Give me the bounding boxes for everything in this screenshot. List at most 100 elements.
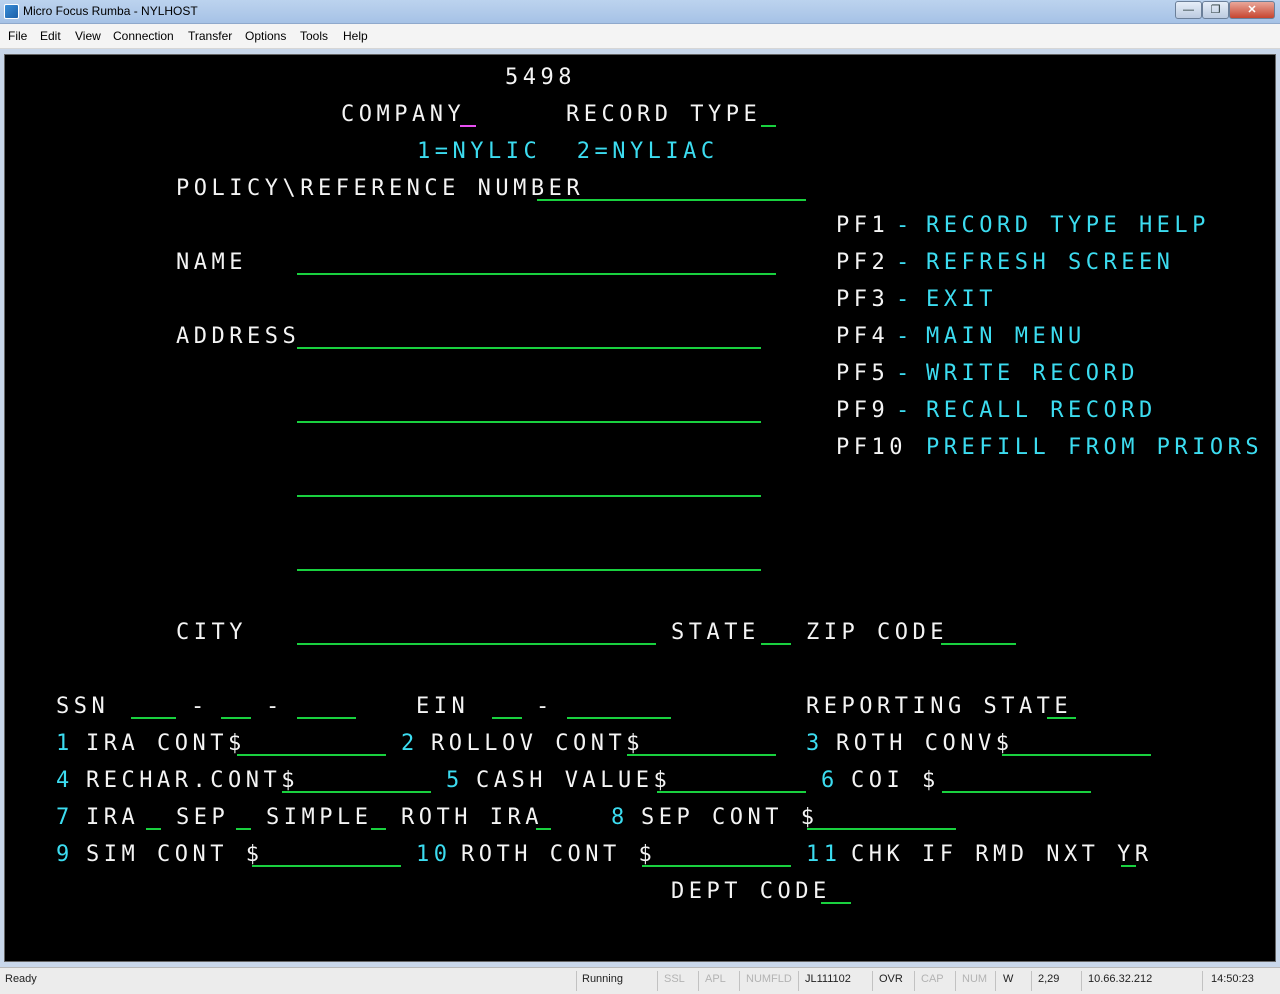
cash-value-label: CASH VALUE$ — [476, 768, 672, 793]
menu-edit[interactable]: Edit — [40, 29, 61, 43]
pf-key: PF4 — [836, 324, 890, 349]
menu-tools[interactable]: Tools — [300, 29, 328, 43]
ssn-dash: - — [266, 694, 284, 719]
address-line-3-field[interactable] — [297, 495, 761, 497]
ein-part-1-field[interactable] — [492, 717, 522, 719]
pf-separator: - — [896, 250, 914, 275]
policy-label: POLICY\REFERENCE NUMBER — [176, 176, 585, 201]
reporting-state-label: REPORTING STATE — [806, 694, 1073, 719]
rechar-cont-label: RECHAR.CONT$ — [86, 768, 299, 793]
box-number: 5 — [446, 768, 464, 793]
rechar-cont-field[interactable] — [282, 791, 431, 793]
ira-checkbox-field[interactable] — [146, 828, 161, 830]
status-cap: CAP — [921, 973, 944, 985]
menu-view[interactable]: View — [75, 29, 101, 43]
status-session: JL111102 — [805, 973, 851, 985]
roth-ira-checkbox-field[interactable] — [536, 828, 551, 830]
coi-field[interactable] — [942, 791, 1091, 793]
city-label: CITY — [176, 620, 247, 645]
dept-code-field[interactable] — [821, 902, 851, 904]
reporting-state-field[interactable] — [1047, 717, 1076, 719]
ssn-part-3-field[interactable] — [297, 717, 356, 719]
status-bar: Ready Running SSL APL NUMFLD JL111102 OV… — [0, 967, 1280, 994]
terminal-screen[interactable]: 5498 COMPANY RECORD TYPE 1=NYLIC 2=NYLIA… — [4, 54, 1276, 962]
ira-type-label: IRA — [86, 805, 140, 830]
state-label: STATE — [671, 620, 760, 645]
status-ovr: OVR — [879, 973, 903, 985]
menu-options[interactable]: Options — [245, 29, 286, 43]
sep-cont-field[interactable] — [807, 828, 956, 830]
box-number: 7 — [56, 805, 74, 830]
ein-dash: - — [536, 694, 554, 719]
policy-number-field[interactable] — [537, 199, 806, 201]
status-num: NUM — [962, 973, 988, 985]
pf-description: WRITE RECORD — [926, 361, 1139, 386]
pf-key: PF5 — [836, 361, 890, 386]
rmd-next-year-label: CHK IF RMD NXT YR — [851, 842, 1153, 867]
sim-cont-field[interactable] — [252, 865, 401, 867]
status-running: Running — [582, 973, 623, 985]
menu-bar: File Edit View Connection Transfer Optio… — [0, 24, 1280, 49]
rollover-cont-field[interactable] — [627, 754, 776, 756]
menu-transfer[interactable]: Transfer — [188, 29, 232, 43]
menu-help[interactable]: Help — [343, 29, 368, 43]
box-number: 6 — [821, 768, 839, 793]
pf-description: MAIN MENU — [926, 324, 1086, 349]
name-field[interactable] — [297, 273, 776, 275]
address-line-4-field[interactable] — [297, 569, 761, 571]
address-line-2-field[interactable] — [297, 421, 761, 423]
ssn-part-2-field[interactable] — [221, 717, 251, 719]
minimize-button[interactable]: — — [1175, 1, 1202, 19]
box-number: 10 — [416, 842, 452, 867]
roth-ira-type-label: ROTH IRA — [401, 805, 543, 830]
record-type-field[interactable] — [761, 125, 776, 127]
menu-connection[interactable]: Connection — [113, 29, 174, 43]
rollover-cont-label: ROLLOV CONT$ — [431, 731, 644, 756]
restore-button[interactable]: ❐ — [1202, 1, 1229, 19]
cash-value-field[interactable] — [657, 791, 806, 793]
coi-label: COI $ — [851, 768, 940, 793]
roth-cont-field[interactable] — [642, 865, 791, 867]
close-button[interactable]: ✕ — [1229, 1, 1275, 19]
dept-code-label: DEPT CODE — [671, 879, 831, 904]
status-cursor-position: 2,29 — [1038, 973, 1060, 985]
zip-code-field[interactable] — [941, 643, 1016, 645]
pf-description: PREFILL FROM PRIORS — [926, 435, 1264, 460]
status-apl: APL — [705, 973, 726, 985]
roth-cont-label: ROTH CONT $ — [461, 842, 657, 867]
roth-conv-field[interactable] — [1002, 754, 1151, 756]
pf-description: RECALL RECORD — [926, 398, 1157, 423]
ira-cont-field[interactable] — [237, 754, 386, 756]
address-line-1-field[interactable] — [297, 347, 761, 349]
simple-checkbox-field[interactable] — [371, 828, 386, 830]
pf-description: EXIT — [926, 287, 997, 312]
pf-separator: - — [896, 398, 914, 423]
box-number: 11 — [806, 842, 842, 867]
address-label: ADDRESS — [176, 324, 301, 349]
rumba-app-icon — [4, 4, 19, 19]
box-number: 1 — [56, 731, 74, 756]
box-number: 2 — [401, 731, 419, 756]
city-field[interactable] — [297, 643, 656, 645]
zip-label: ZIP CODE — [806, 620, 948, 645]
title-bar: Micro Focus Rumba - NYLHOST — ❐ ✕ — [0, 0, 1280, 24]
menu-file[interactable]: File — [8, 29, 27, 43]
status-ssl: SSL — [664, 973, 685, 985]
ein-part-2-field[interactable] — [567, 717, 671, 719]
sep-type-label: SEP — [176, 805, 230, 830]
pf-description: RECORD TYPE HELP — [926, 213, 1210, 238]
status-ip-address: 10.66.32.212 — [1088, 973, 1153, 985]
box-number: 8 — [611, 805, 629, 830]
box-number: 4 — [56, 768, 74, 793]
status-w: W — [1003, 973, 1014, 985]
name-label: NAME — [176, 250, 247, 275]
simple-type-label: SIMPLE — [266, 805, 373, 830]
state-field[interactable] — [761, 643, 791, 645]
company-field[interactable] — [460, 125, 476, 127]
rmd-next-year-field[interactable] — [1121, 865, 1136, 867]
roth-conv-label: ROTH CONV$ — [836, 731, 1014, 756]
window-title: Micro Focus Rumba - NYLHOST — [23, 4, 198, 18]
sep-checkbox-field[interactable] — [236, 828, 251, 830]
status-ready: Ready — [5, 973, 37, 985]
ssn-part-1-field[interactable] — [131, 717, 176, 719]
